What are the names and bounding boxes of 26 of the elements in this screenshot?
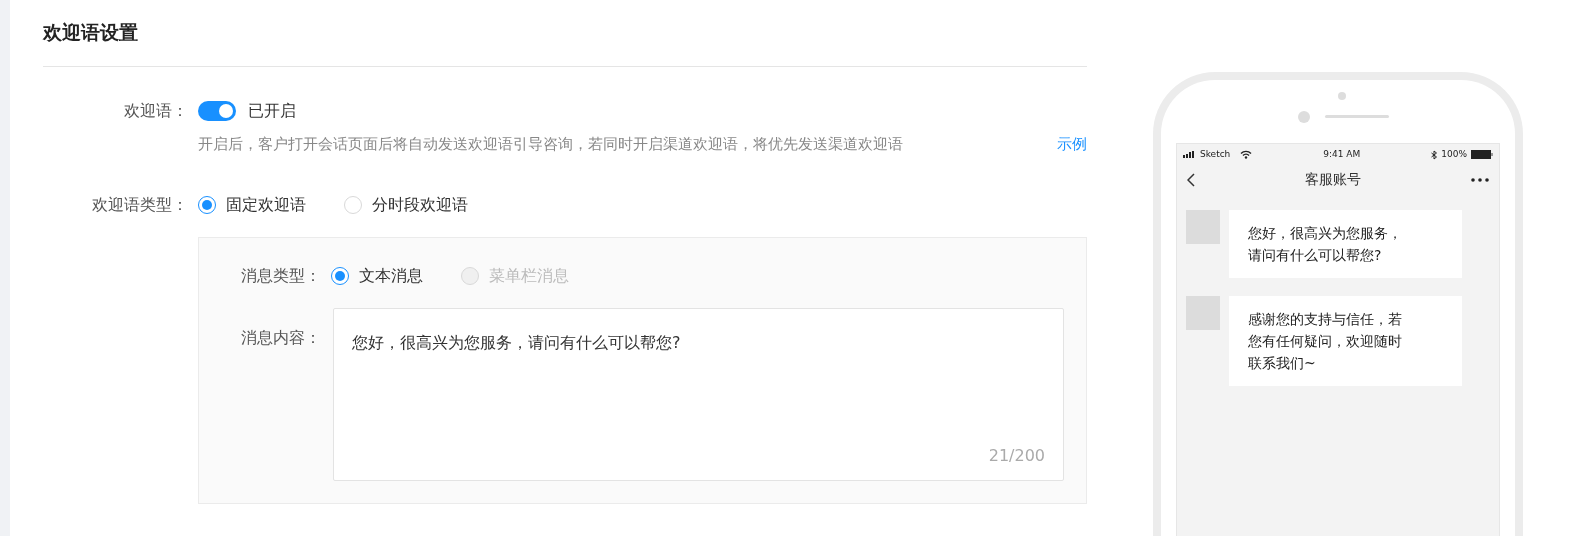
battery-icon [1471,150,1493,160]
carrier-text: Sketch [1200,148,1231,161]
more-icon[interactable] [1471,177,1489,182]
character-counter: 21/200 [988,445,1045,468]
hint-text: 开启后，客户打开会话页面后将自动发送欢迎语引导咨询，若同时开启渠道欢迎语，将优先发送渠道欢迎语 [198,133,903,155]
bluetooth-icon [1431,149,1438,160]
radio-option[interactable]: 分时段欢迎语 [344,193,468,218]
textarea-value: 您好，很高兴为您服务，请问有什么可以帮您? [352,332,682,355]
section-title: 欢迎语设置 [43,0,1087,67]
signal-icon [1183,151,1196,159]
radio-option[interactable]: 文本消息 [331,264,423,289]
field-label: 消息内容： [240,327,321,350]
toggle-switch[interactable] [198,100,236,121]
message-textarea[interactable]: 您好，很高兴为您服务，请问有什么可以帮您? 21/200 [333,308,1064,482]
back-icon[interactable] [1187,172,1195,187]
field-label: 消息类型： [240,265,321,288]
chat-bubble: 感谢您的支持与信任，若您有任何疑问，欢迎随时联系我们~ [1229,295,1462,386]
field-label: 欢迎语类型： [91,194,188,217]
status-text: 已开启 [248,99,296,122]
battery-text: 100% [1441,148,1467,161]
wifi-icon [1240,150,1253,160]
chat-bubble: 您好，很高兴为您服务，请问有什么可以帮您? [1229,209,1462,278]
time-text: 9:41 AM [1323,148,1361,161]
radio-option[interactable]: 固定欢迎语 [198,193,306,218]
field-label: 欢迎语： [123,99,188,122]
chat-title: 客服账号 [1305,170,1361,189]
